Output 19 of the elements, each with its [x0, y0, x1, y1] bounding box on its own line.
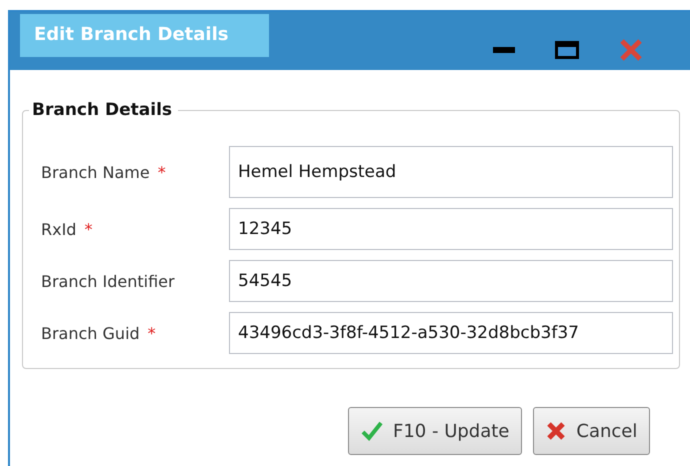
input-field[interactable]: 12345 — [229, 208, 673, 250]
group-title: Branch Details — [31, 100, 174, 120]
required-mark: * — [148, 324, 156, 342]
field-label: Branch Name — [41, 162, 150, 182]
field-label: Branch Identifier — [41, 272, 175, 290]
minimize-icon[interactable] — [493, 46, 515, 54]
update-button[interactable]: F10 - Update — [348, 407, 522, 455]
field-label: RxId — [41, 220, 76, 238]
maximize-icon[interactable] — [555, 41, 579, 59]
input-field[interactable]: Hemel Hempstead — [229, 146, 673, 198]
input-field[interactable]: 54545 — [229, 260, 673, 302]
cross-icon — [546, 421, 566, 441]
required-mark: * — [158, 162, 166, 182]
field-label: Branch Guid — [41, 324, 140, 342]
input-field[interactable]: 43496cd3-3f8f-4512-a530-32d8bcb3f37 — [229, 312, 673, 354]
required-mark: * — [84, 220, 92, 238]
cancel-button[interactable]: Cancel — [533, 407, 650, 455]
check-icon — [361, 421, 383, 441]
window-title: Edit Branch Details — [20, 14, 269, 57]
